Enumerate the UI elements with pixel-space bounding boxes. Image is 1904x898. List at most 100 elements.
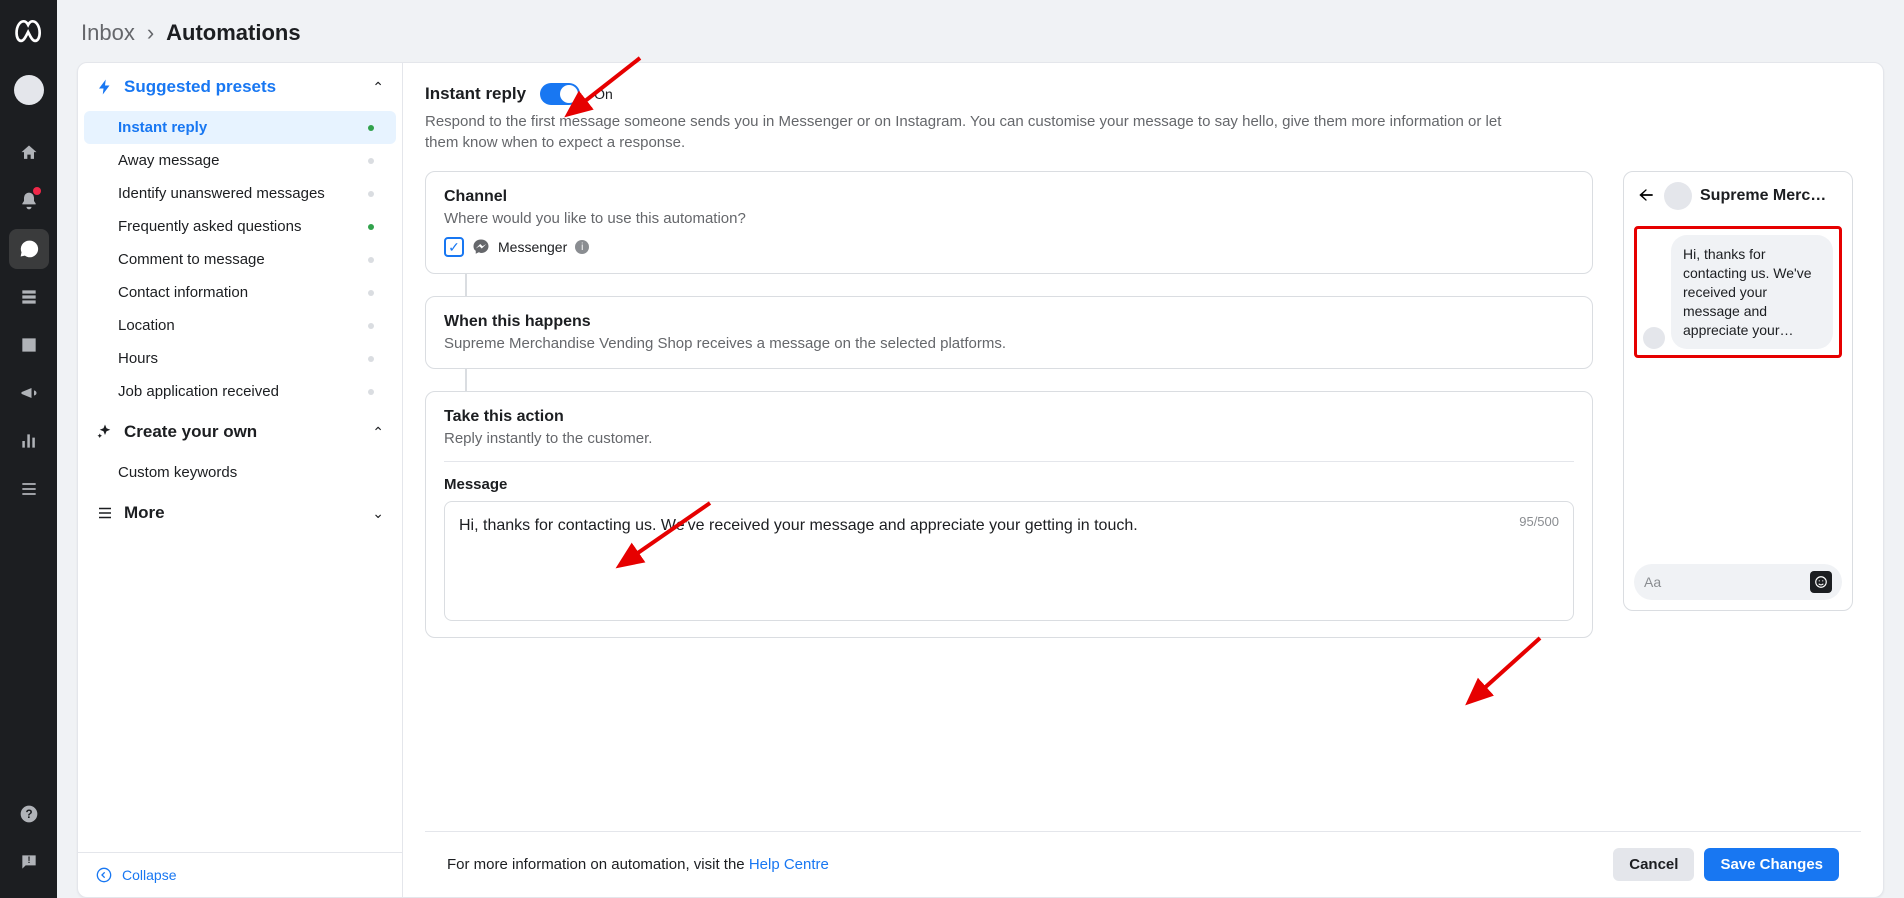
chevron-up-icon: ⌃ <box>372 424 384 441</box>
create-your-own-label: Create your own <box>124 422 257 442</box>
preview-avatar <box>1664 182 1692 210</box>
sidebar-item-label: Frequently asked questions <box>118 218 301 235</box>
profile-avatar[interactable] <box>14 75 44 105</box>
breadcrumb-current: Automations <box>166 20 300 46</box>
sparkle-icon <box>96 423 114 441</box>
help-icon[interactable]: ? <box>9 794 49 834</box>
preview-bubble-highlight: Hi, thanks for contacting us. We've rece… <box>1634 226 1842 358</box>
status-dot <box>368 290 374 296</box>
toggle-state-label: On <box>594 86 613 102</box>
bubble-avatar <box>1643 327 1665 349</box>
status-dot <box>368 224 374 230</box>
preview-placeholder: Aa <box>1644 574 1661 590</box>
page-description: Respond to the first message someone sen… <box>425 111 1525 153</box>
more-label: More <box>124 503 165 523</box>
help-centre-link[interactable]: Help Centre <box>749 856 829 873</box>
status-dot <box>368 191 374 197</box>
channel-title: Channel <box>444 188 1574 206</box>
preview-input: Aa <box>1634 564 1842 600</box>
channel-card: Channel Where would you like to use this… <box>425 171 1593 274</box>
suggested-presets-header[interactable]: Suggested presets ⌃ <box>78 63 402 111</box>
sidebar-item-label: Comment to message <box>118 251 265 268</box>
preview-bubble: Hi, thanks for contacting us. We've rece… <box>1671 235 1833 349</box>
sidebar-item-label: Instant reply <box>118 119 207 136</box>
more-header[interactable]: More ⌄ <box>78 489 402 537</box>
sidebar-item-label: Hours <box>118 350 158 367</box>
home-icon[interactable] <box>9 133 49 173</box>
main-area: Inbox › Automations Suggested presets ⌃ … <box>57 0 1904 898</box>
info-icon[interactable]: i <box>575 240 589 254</box>
breadcrumb: Inbox › Automations <box>81 20 1880 46</box>
sidebar-item-identify-unanswered-messages[interactable]: Identify unanswered messages <box>84 177 396 210</box>
sidebar-item-label: Identify unanswered messages <box>118 185 325 202</box>
action-card: Take this action Reply instantly to the … <box>425 391 1593 638</box>
trigger-subtitle: Supreme Merchandise Vending Shop receive… <box>444 335 1574 352</box>
sidebar-item-job-application-received[interactable]: Job application received <box>84 375 396 408</box>
preview-column: Supreme Merc… Hi, thanks for contacting … <box>1623 171 1853 831</box>
collapse-icon <box>96 867 112 883</box>
feedback-icon[interactable]: ! <box>9 842 49 882</box>
status-dot <box>368 323 374 329</box>
instant-reply-toggle[interactable] <box>540 83 580 105</box>
messenger-checkbox[interactable]: ✓ <box>444 237 464 257</box>
list-icon <box>96 504 114 522</box>
footer: For more information on automation, visi… <box>425 831 1861 897</box>
status-dot <box>368 356 374 362</box>
emoji-icon <box>1810 571 1832 593</box>
sidebar-item-label: Custom keywords <box>118 464 237 481</box>
message-text: Hi, thanks for contacting us. We've rece… <box>459 514 1559 538</box>
sidebar-item-label: Job application received <box>118 383 279 400</box>
status-dot <box>368 257 374 263</box>
presets-sidebar: Suggested presets ⌃ Instant reply Away me… <box>78 63 403 897</box>
cancel-button[interactable]: Cancel <box>1613 848 1694 881</box>
sidebar-item-comment-to-message[interactable]: Comment to message <box>84 243 396 276</box>
status-dot <box>368 158 374 164</box>
back-icon[interactable] <box>1636 185 1656 208</box>
message-textarea[interactable]: Hi, thanks for contacting us. We've rece… <box>444 501 1574 621</box>
status-dot <box>368 125 374 131</box>
action-subtitle: Reply instantly to the customer. <box>444 430 1574 447</box>
bolt-icon <box>96 78 114 96</box>
notifications-icon[interactable] <box>9 181 49 221</box>
sidebar-item-label: Contact information <box>118 284 248 301</box>
insights-icon[interactable] <box>9 421 49 461</box>
chevron-up-icon: ⌃ <box>372 79 384 96</box>
sidebar-item-away-message[interactable]: Away message <box>84 144 396 177</box>
sidebar-item-frequently-asked-questions[interactable]: Frequently asked questions <box>84 210 396 243</box>
message-label: Message <box>444 476 1574 493</box>
suggested-presets-label: Suggested presets <box>124 77 276 97</box>
content: Instant reply On Respond to the first me… <box>403 63 1883 897</box>
trigger-card: When this happens Supreme Merchandise Ve… <box>425 296 1593 369</box>
ads-icon[interactable] <box>9 373 49 413</box>
collapse-button[interactable]: Collapse <box>78 852 402 897</box>
svg-text:?: ? <box>25 808 32 821</box>
save-button[interactable]: Save Changes <box>1704 848 1839 881</box>
sidebar-item-instant-reply[interactable]: Instant reply <box>84 111 396 144</box>
menu-icon[interactable] <box>9 469 49 509</box>
create-your-own-header[interactable]: Create your own ⌃ <box>78 408 402 456</box>
sidebar-item-custom-keywords[interactable]: Custom keywords <box>84 456 396 489</box>
inbox-icon[interactable] <box>9 229 49 269</box>
breadcrumb-root[interactable]: Inbox <box>81 20 135 46</box>
planner-icon[interactable] <box>9 325 49 365</box>
messenger-icon <box>472 238 490 256</box>
sidebar-item-location[interactable]: Location <box>84 309 396 342</box>
panel: Suggested presets ⌃ Instant reply Away me… <box>77 62 1884 898</box>
sidebar-item-contact-information[interactable]: Contact information <box>84 276 396 309</box>
page-title: Instant reply <box>425 84 526 104</box>
preview-name: Supreme Merc… <box>1700 187 1840 205</box>
meta-logo <box>13 16 45 51</box>
flow-column: Channel Where would you like to use this… <box>425 171 1593 831</box>
chevron-down-icon: ⌄ <box>372 505 384 522</box>
sidebar-item-hours[interactable]: Hours <box>84 342 396 375</box>
collapse-label: Collapse <box>122 867 176 883</box>
sidebar-item-label: Location <box>118 317 175 334</box>
preview-phone: Supreme Merc… Hi, thanks for contacting … <box>1623 171 1853 611</box>
svg-text:!: ! <box>27 855 30 865</box>
channel-subtitle: Where would you like to use this automat… <box>444 210 1574 227</box>
channel-option-label: Messenger <box>498 239 567 255</box>
left-rail: ? ! <box>0 0 57 898</box>
footer-info: For more information on automation, visi… <box>447 856 829 873</box>
posts-icon[interactable] <box>9 277 49 317</box>
sidebar-item-label: Away message <box>118 152 219 169</box>
